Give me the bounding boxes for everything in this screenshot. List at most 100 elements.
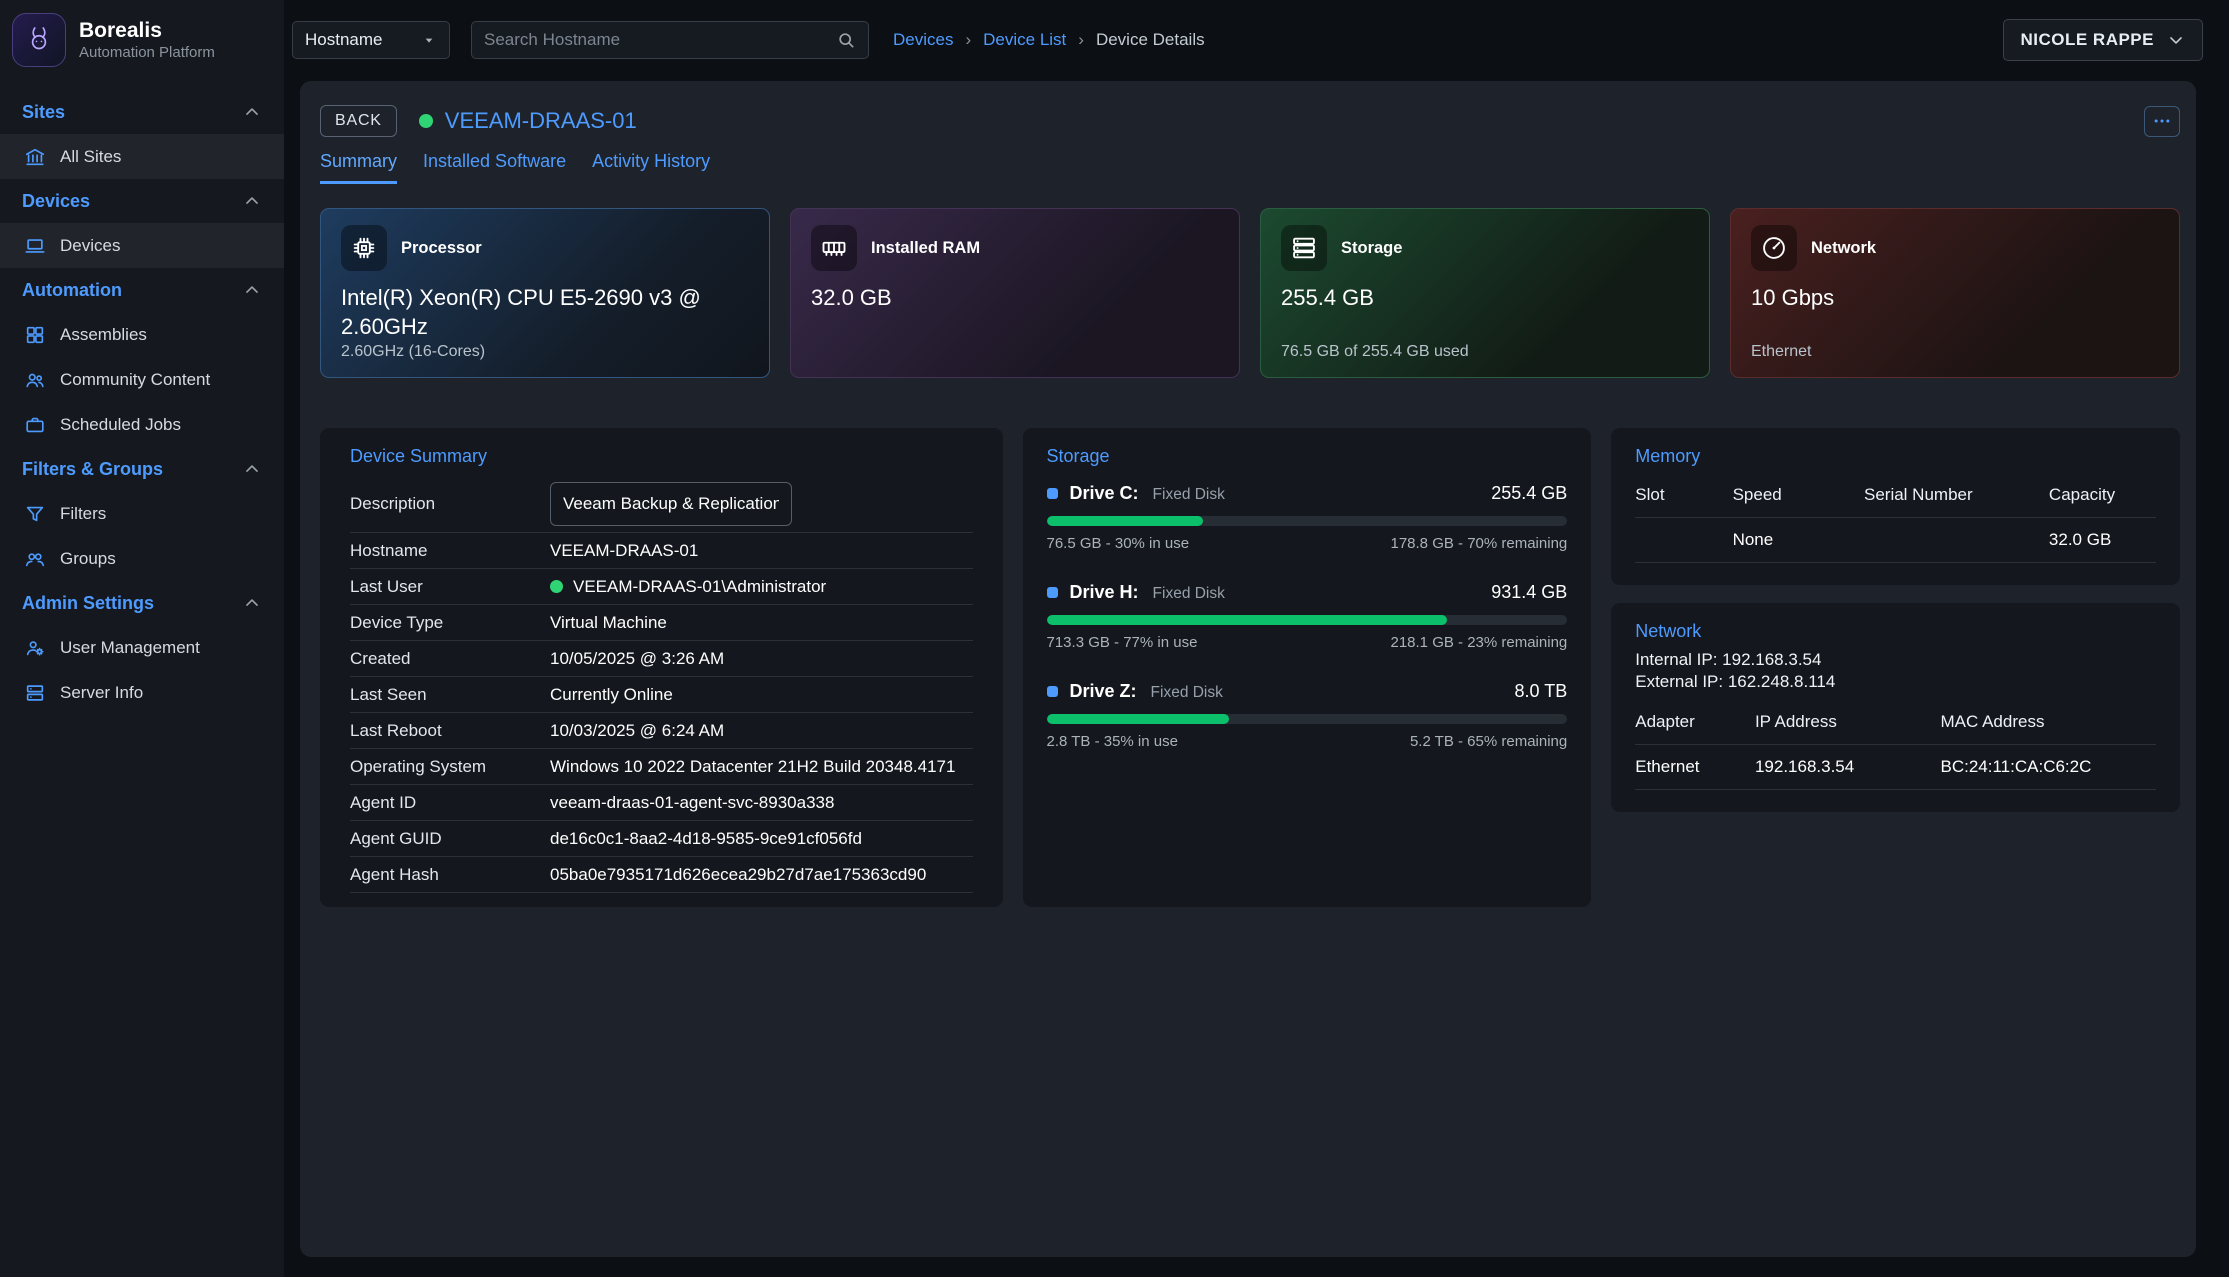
row-value: VEEAM-DRAAS-01 <box>550 541 698 561</box>
tab-summary[interactable]: Summary <box>320 151 397 184</box>
network-cell-mac: BC:24:11:CA:C6:2C <box>1941 745 2156 790</box>
sidebar-item-all-sites[interactable]: All Sites <box>0 134 284 179</box>
device-summary-title: Device Summary <box>350 446 973 467</box>
row-label: Agent Hash <box>350 865 550 885</box>
row-label: Hostname <box>350 541 550 561</box>
borealis-logo-icon <box>12 13 66 67</box>
breadcrumb-device-list[interactable]: Device List <box>983 30 1066 50</box>
sidebar-section-admin-settings[interactable]: Admin Settings <box>0 581 284 625</box>
breadcrumb-devices[interactable]: Devices <box>893 30 953 50</box>
drive-remaining-text: 5.2 TB - 65% remaining <box>1410 733 1567 750</box>
sidebar-item-community-content[interactable]: Community Content <box>0 357 284 402</box>
row-value: 10/05/2025 @ 3:26 AM <box>550 649 724 669</box>
tab-activity-history[interactable]: Activity History <box>592 151 710 184</box>
sidebar-section-filters-groups[interactable]: Filters & Groups <box>0 447 284 491</box>
drive-used-text: 713.3 GB - 77% in use <box>1047 634 1198 651</box>
sidebar-item-label: Devices <box>60 236 120 256</box>
ellipsis-icon <box>2152 111 2172 131</box>
summary-row: Device Type Virtual Machine <box>350 605 973 641</box>
drive-usage-fill <box>1047 615 1448 625</box>
online-status-dot <box>550 580 563 593</box>
drive-usage-bar <box>1047 516 1568 526</box>
sidebar-item-assemblies[interactable]: Assemblies <box>0 312 284 357</box>
sidebar-item-groups[interactable]: Groups <box>0 536 284 581</box>
memory-cell-serial <box>1864 518 2049 563</box>
row-label: Description <box>350 494 550 514</box>
memory-card: Memory Slot Speed Serial Number Capacity… <box>1611 428 2180 585</box>
hostname-filter-select[interactable]: Hostname <box>292 21 450 59</box>
user-menu-button[interactable]: NICOLE RAPPE <box>2003 19 2203 61</box>
sidebar-item-devices[interactable]: Devices <box>0 223 284 268</box>
stat-value: 32.0 GB <box>811 284 1219 313</box>
summary-row: Hostname VEEAM-DRAAS-01 <box>350 533 973 569</box>
network-cell-adapter: Ethernet <box>1635 745 1755 790</box>
memory-header-capacity: Capacity <box>2049 475 2156 518</box>
more-actions-button[interactable] <box>2144 106 2180 137</box>
sidebar-item-server-info[interactable]: Server Info <box>0 670 284 715</box>
tab-installed-software[interactable]: Installed Software <box>423 151 566 184</box>
chevron-up-icon <box>242 102 262 122</box>
device-summary-card: Device Summary Description Hostname VEEA… <box>320 428 1003 907</box>
user-gear-icon <box>24 637 46 659</box>
summary-row: Last Reboot 10/03/2025 @ 6:24 AM <box>350 713 973 749</box>
storage-title: Storage <box>1047 446 1568 467</box>
drive-size: 8.0 TB <box>1515 681 1568 702</box>
user-name: NICOLE RAPPE <box>2020 30 2154 50</box>
storage-icon <box>1281 225 1327 271</box>
row-value: 05ba0e7935171d626ecea29b27d7ae175363cd90 <box>550 865 926 885</box>
search-icon[interactable] <box>836 30 856 50</box>
drive-size: 255.4 GB <box>1491 483 1567 504</box>
stat-title: Processor <box>401 239 482 258</box>
row-label: Last Reboot <box>350 721 550 741</box>
people-icon <box>24 369 46 391</box>
back-button[interactable]: BACK <box>320 105 397 137</box>
summary-row: Created 10/05/2025 @ 3:26 AM <box>350 641 973 677</box>
stat-value: 255.4 GB <box>1281 284 1689 313</box>
breadcrumb: Devices Device List Device Details <box>893 30 1205 50</box>
server-icon <box>24 682 46 704</box>
drive-name: Drive H: <box>1070 582 1139 603</box>
stat-subtitle: Ethernet <box>1751 343 2159 361</box>
sidebar-item-scheduled-jobs[interactable]: Scheduled Jobs <box>0 402 284 447</box>
drive-bullet-icon <box>1047 488 1058 499</box>
drive-usage-bar <box>1047 714 1568 724</box>
device-details-panel: BACK VEEAM-DRAAS-01 Summary Installed So… <box>300 81 2196 1257</box>
sidebar-item-label: Scheduled Jobs <box>60 415 181 435</box>
row-value: VEEAM-DRAAS-01\Administrator <box>550 577 826 597</box>
sidebar-section-sites[interactable]: Sites <box>0 90 284 134</box>
drive-z: Drive Z: Fixed Disk 8.0 TB 2.8 TB - 35% … <box>1047 681 1568 750</box>
memory-header-slot: Slot <box>1635 475 1732 518</box>
sidebar-section-devices[interactable]: Devices <box>0 179 284 223</box>
online-status-dot <box>419 114 433 128</box>
brand-logo[interactable]: Borealis Automation Platform <box>0 0 284 80</box>
sidebar-item-filters[interactable]: Filters <box>0 491 284 536</box>
stat-subtitle: 2.60GHz (16-Cores) <box>341 343 749 361</box>
row-label: Device Type <box>350 613 550 633</box>
sidebar-item-label: All Sites <box>60 147 121 167</box>
groups-icon <box>24 548 46 570</box>
memory-header-serial: Serial Number <box>1864 475 2049 518</box>
sidebar-item-label: Community Content <box>60 370 210 390</box>
sidebar-item-user-management[interactable]: User Management <box>0 625 284 670</box>
sidebar-section-automation[interactable]: Automation <box>0 268 284 312</box>
search-input[interactable] <box>484 30 836 50</box>
brand-subtitle: Automation Platform <box>79 44 215 61</box>
external-ip: External IP: 162.248.8.114 <box>1635 672 2156 692</box>
drive-type: Fixed Disk <box>1153 585 1225 603</box>
drive-h: Drive H: Fixed Disk 931.4 GB 713.3 GB - … <box>1047 582 1568 651</box>
description-input[interactable] <box>550 482 792 526</box>
row-value: de16c0c1-8aa2-4d18-9585-9ce91cf056fd <box>550 829 862 849</box>
summary-row: Last Seen Currently Online <box>350 677 973 713</box>
row-label: Last User <box>350 577 550 597</box>
stat-card-network: Network 10 Gbps Ethernet <box>1730 208 2180 378</box>
stat-subtitle: 76.5 GB of 255.4 GB used <box>1281 343 1689 361</box>
drive-bullet-icon <box>1047 587 1058 598</box>
sidebar-item-label: User Management <box>60 638 200 658</box>
last-user-value: VEEAM-DRAAS-01\Administrator <box>573 577 826 597</box>
drive-usage-bar <box>1047 615 1568 625</box>
row-value: Virtual Machine <box>550 613 667 633</box>
memory-cell-capacity: 32.0 GB <box>2049 518 2156 563</box>
drive-type: Fixed Disk <box>1151 684 1223 702</box>
briefcase-icon <box>24 414 46 436</box>
row-label: Last Seen <box>350 685 550 705</box>
